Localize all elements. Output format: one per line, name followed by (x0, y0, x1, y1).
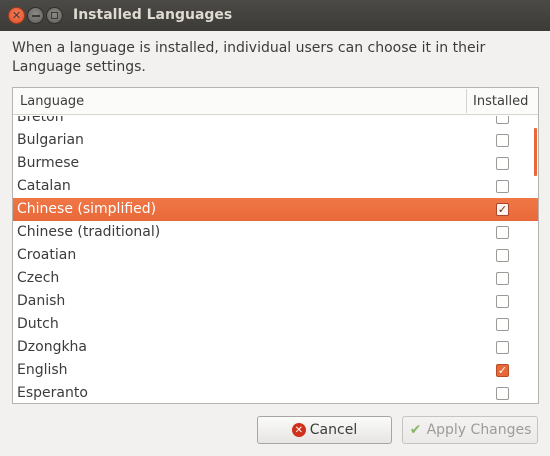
installed-checkbox[interactable] (496, 318, 509, 331)
language-label: Esperanto (17, 385, 88, 401)
language-label: Danish (17, 293, 66, 309)
list-item[interactable]: Breton (13, 116, 538, 129)
installed-checkbox[interactable] (496, 134, 509, 147)
list-item[interactable]: Dzongkha (13, 336, 538, 359)
column-header-language[interactable]: Language (20, 94, 84, 109)
list-header: Language Installed (13, 88, 538, 115)
language-label: Dutch (17, 316, 59, 332)
title-bar: ✕ Installed Languages (0, 0, 550, 31)
list-item[interactable]: Chinese (traditional) (13, 221, 538, 244)
minimize-icon (31, 14, 40, 17)
minimize-window-button[interactable] (27, 7, 44, 24)
installed-checkbox[interactable] (496, 249, 509, 262)
list-item[interactable]: Burmese (13, 152, 538, 175)
list-item[interactable]: Dutch (13, 313, 538, 336)
list-item[interactable]: English ✓ (13, 359, 538, 382)
installed-checkbox[interactable] (496, 116, 509, 124)
apply-label: Apply Changes (426, 422, 532, 438)
list-item[interactable]: Esperanto (13, 382, 538, 403)
window-title: Installed Languages (73, 7, 233, 23)
list-item[interactable]: Chinese (simplified) ✓ (13, 198, 538, 221)
maximize-icon (51, 12, 58, 19)
language-label: Breton (17, 116, 64, 125)
close-icon: ✕ (11, 9, 22, 22)
installed-checkbox[interactable]: ✓ (496, 203, 509, 216)
installed-checkbox[interactable] (496, 226, 509, 239)
column-header-installed[interactable]: Installed (473, 94, 528, 109)
installed-checkbox[interactable]: ✓ (496, 364, 509, 377)
language-label: Burmese (17, 155, 80, 171)
checkmark-icon: ✔ (409, 422, 422, 438)
cancel-label: Cancel (309, 422, 358, 438)
language-label: Dzongkha (17, 339, 88, 355)
language-label: Croatian (17, 247, 77, 263)
language-label: Czech (17, 270, 60, 286)
installed-checkbox[interactable] (496, 295, 509, 308)
list-item[interactable]: Bulgarian (13, 129, 538, 152)
list-rows: Breton Bulgarian Burmese Catalan Chinese (si… (13, 116, 538, 403)
language-list[interactable]: Language Installed Breton Bulgarian Burmes… (12, 87, 539, 404)
language-label: Chinese (simplified) (17, 201, 157, 217)
cancel-icon: ✕ (291, 423, 306, 437)
installed-checkbox[interactable] (496, 157, 509, 170)
maximize-window-button[interactable] (46, 7, 63, 24)
language-label: Bulgarian (17, 132, 84, 148)
language-label: English (17, 362, 68, 378)
column-separator (466, 89, 467, 113)
installed-checkbox[interactable] (496, 387, 509, 400)
apply-changes-button[interactable]: ✔ Apply Changes (402, 416, 538, 444)
list-item[interactable]: Czech (13, 267, 538, 290)
scrollbar[interactable] (534, 128, 537, 176)
list-item[interactable]: Danish (13, 290, 538, 313)
installed-checkbox[interactable] (496, 272, 509, 285)
installed-checkbox[interactable] (496, 180, 509, 193)
list-rows-inner: Breton Bulgarian Burmese Catalan Chinese (si… (13, 116, 538, 403)
list-item[interactable]: Croatian (13, 244, 538, 267)
language-label: Chinese (traditional) (17, 224, 161, 240)
language-label: Catalan (17, 178, 71, 194)
close-window-button[interactable]: ✕ (8, 7, 25, 24)
installed-checkbox[interactable] (496, 341, 509, 354)
list-item[interactable]: Catalan (13, 175, 538, 198)
description-text: When a language is installed, individual… (12, 40, 486, 75)
cancel-button[interactable]: ✕ Cancel (257, 416, 392, 444)
